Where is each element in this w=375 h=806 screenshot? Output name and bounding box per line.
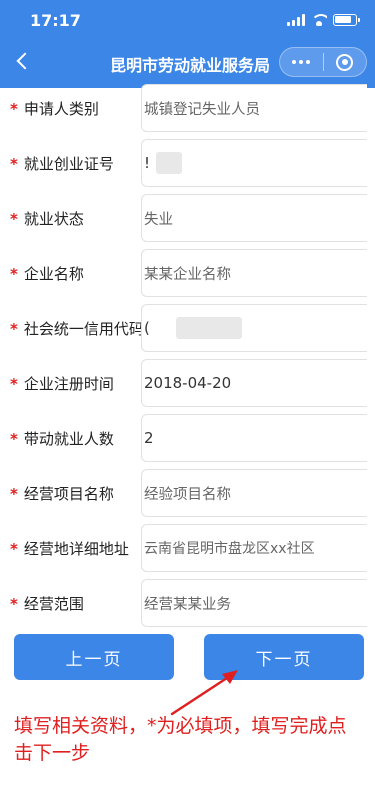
field-label: * 经营范围 [10,595,84,613]
required-mark: * [10,430,18,448]
back-button[interactable] [10,46,40,76]
instruction-annotation: 填写相关资料，*为必填项，填写完成点击下一步 [14,715,347,764]
field-label: * 带动就业人数 [10,430,114,448]
redacted-value [175,317,242,339]
annotation-arrow-icon [170,670,238,716]
redacted-value [156,152,183,174]
field-label: * 申请人类别 [10,100,99,118]
required-mark: * [10,375,18,393]
field-label: * 经营项目名称 [10,485,114,503]
form-row-employment-cert-no: * 就业创业证号 ! [0,139,375,189]
form-row-employment-status: * 就业状态 失业 [0,194,375,244]
registration-date-field[interactable]: 2018-04-20 [141,359,367,407]
form-row-registration-date: * 企业注册时间 2018-04-20 [0,359,375,409]
required-mark: * [10,155,18,173]
form-row-business-scope: * 经营范围 经营某某业务 [0,579,375,629]
required-mark: * [10,595,18,613]
field-label: * 企业注册时间 [10,375,114,393]
wifi-icon [311,14,327,26]
required-mark: * [10,210,18,228]
applicant-category-field[interactable]: 城镇登记失业人员 [141,84,367,132]
required-mark: * [10,265,18,283]
chevron-left-icon [16,52,34,70]
battery-icon [333,14,360,26]
system-icons [287,12,360,28]
page-title: 昆明市劳动就业服务局 [109,56,270,75]
field-label: * 经营地详细地址 [10,540,129,558]
field-label: * 企业名称 [10,265,84,283]
business-address-field[interactable]: 云南省昆明市盘龙区xx社区 [141,524,367,572]
credit-code-field[interactable]: ( [141,304,367,352]
field-label: * 就业创业证号 [10,155,114,173]
required-mark: * [10,100,18,118]
project-name-field[interactable]: 经验项目名称 [141,469,367,517]
company-name-field[interactable]: 某某企业名称 [141,249,367,297]
employment-status-field[interactable]: 失业 [141,194,367,242]
more-button[interactable] [280,48,323,76]
form-row-project-name: * 经营项目名称 经验项目名称 [0,469,375,519]
form-row-company-name: * 企业名称 某某企业名称 [0,249,375,299]
employment-cert-no-field[interactable]: ! [141,139,367,187]
required-mark: * [10,540,18,558]
jobs-created-field[interactable]: 2 [141,414,367,462]
required-mark: * [10,320,18,338]
status-time: 17:17 [30,11,81,30]
nav-bar: 昆明市劳动就业服务局 [0,40,375,84]
status-bar: 17:17 [0,0,375,40]
close-mini-program-button[interactable] [323,48,366,76]
form-row-business-address: * 经营地详细地址 云南省昆明市盘龙区xx社区 [0,524,375,574]
form-row-jobs-created: * 带动就业人数 2 [0,414,375,464]
previous-page-button[interactable]: 上一页 [14,634,174,680]
top-bar: 17:17 昆明市劳动就业服务局 [0,0,375,88]
business-scope-field[interactable]: 经营某某业务 [141,579,367,627]
signal-icon [287,14,305,26]
required-mark: * [10,485,18,503]
form-row-credit-code: * 社会统一信用代码 ( [0,304,375,354]
mini-program-capsule [279,47,367,77]
target-icon [336,53,354,71]
form-row-applicant-category: * 申请人类别 城镇登记失业人员 [0,84,375,134]
field-label: * 就业状态 [10,210,84,228]
field-label: * 社会统一信用代码 [10,320,144,338]
